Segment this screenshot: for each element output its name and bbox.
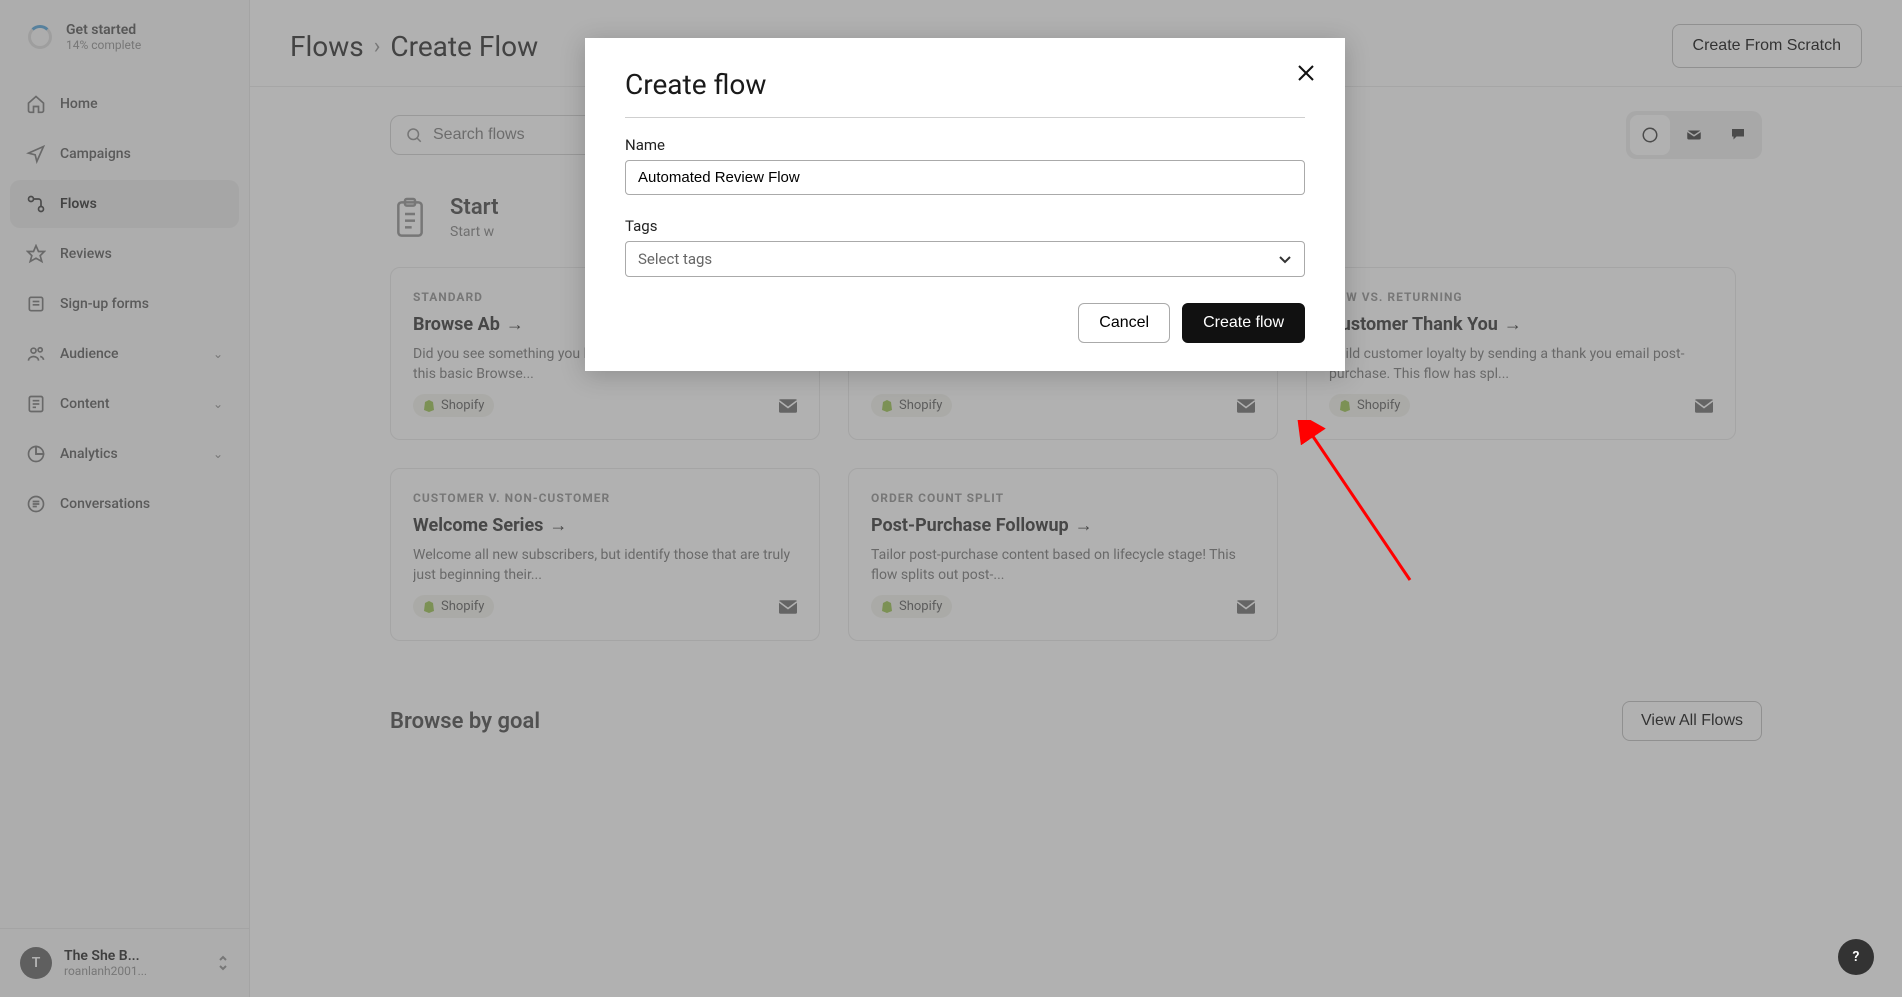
help-icon: ?: [1853, 949, 1860, 965]
divider: [625, 117, 1305, 118]
help-button[interactable]: ?: [1838, 939, 1874, 975]
close-icon: [1297, 64, 1315, 82]
create-flow-button[interactable]: Create flow: [1182, 303, 1305, 343]
flow-name-input[interactable]: [625, 160, 1305, 195]
close-button[interactable]: [1297, 64, 1315, 82]
modal-title: Create flow: [625, 68, 1305, 101]
tags-label: Tags: [625, 217, 1305, 235]
name-label: Name: [625, 136, 1305, 154]
chevron-down-icon: [1278, 252, 1292, 266]
create-flow-modal: Create flow Name Tags Select tags Cancel…: [585, 38, 1345, 371]
tags-select[interactable]: Select tags: [625, 241, 1305, 277]
cancel-button[interactable]: Cancel: [1078, 303, 1170, 343]
tags-placeholder: Select tags: [638, 250, 712, 268]
